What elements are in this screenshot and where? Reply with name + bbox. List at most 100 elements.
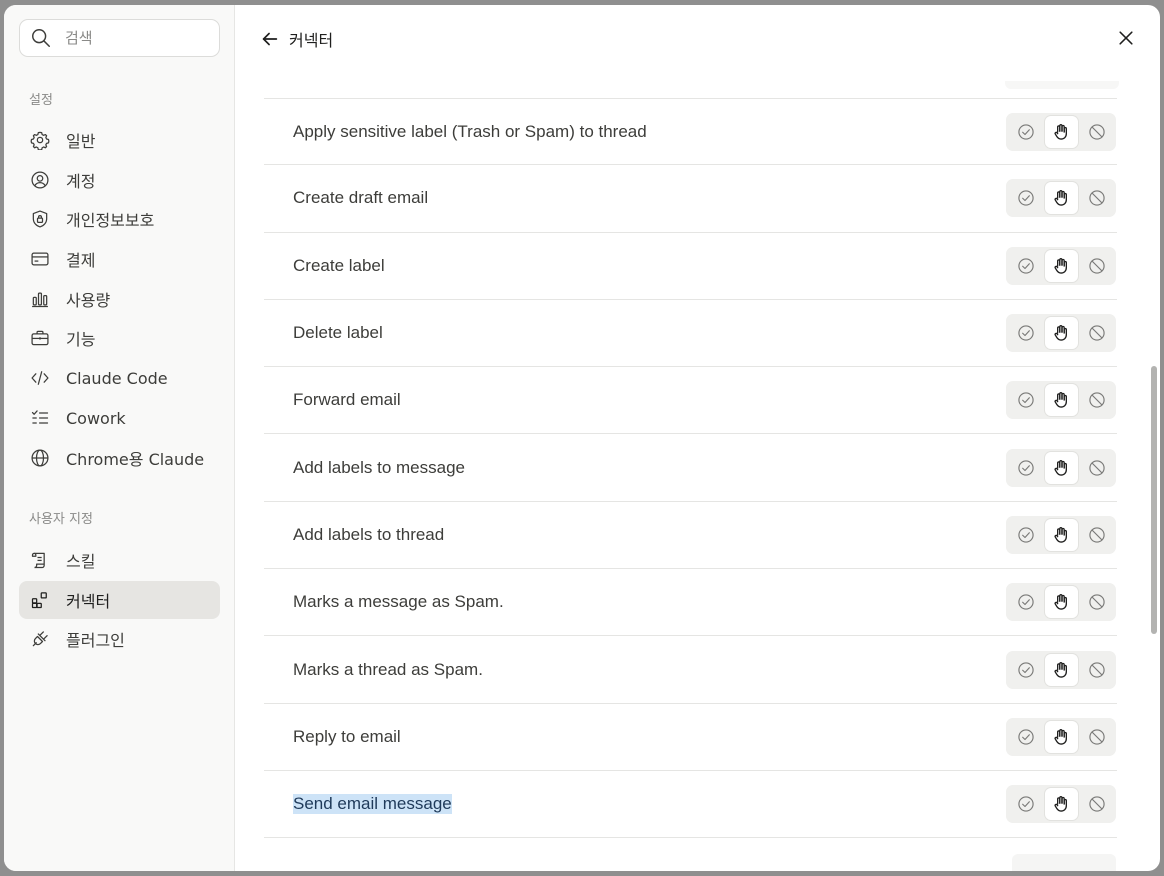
main-panel: 커넥터 Apply sensitive label (Trash or Spam… [235,5,1160,871]
globe-icon [31,449,49,467]
permission-allow-button[interactable] [1009,721,1042,753]
permission-block-button[interactable] [1080,116,1113,148]
permission-block-button[interactable] [1080,788,1113,820]
permission-ask-button[interactable] [1044,249,1078,282]
block-icon [1087,525,1107,545]
page-header: 커넥터 [259,25,333,53]
permission-ask-button[interactable] [1044,182,1078,215]
tool-row: Marks a message as Spam. [264,569,1117,637]
checklist-icon [31,410,49,424]
permission-ask-button[interactable] [1044,653,1078,686]
permission-segmented-control [1006,179,1116,218]
hand-icon [1051,188,1071,208]
permission-allow-button[interactable] [1009,250,1042,282]
sidebar-item-chrome[interactable]: Chrome용 Claude [19,439,220,477]
partial-permission-control [1012,854,1116,871]
sidebar-item-billing[interactable]: 결제 [19,240,220,278]
block-icon [1087,256,1107,276]
sidebar-item-account[interactable]: 계정 [19,161,220,199]
sidebar-item-label: 일반 [66,132,96,151]
hand-icon [1051,323,1071,343]
search-input[interactable] [65,29,205,47]
sidebar-item-usage[interactable]: 사용량 [19,280,220,318]
permission-allow-button[interactable] [1009,116,1042,148]
permission-segmented-control [1006,650,1116,689]
permission-block-button[interactable] [1080,182,1113,214]
sidebar-item-cowork[interactable]: Cowork [19,399,220,437]
permission-block-button[interactable] [1080,317,1113,349]
hand-icon [1051,458,1071,478]
section-label-settings: 설정 [29,93,53,108]
permission-block-button[interactable] [1080,721,1113,753]
sidebar-item-label: 개인정보보호 [66,211,155,230]
check-circle-icon [1016,525,1036,545]
permission-block-button[interactable] [1080,452,1113,484]
permission-segmented-control [1006,515,1116,554]
permission-allow-button[interactable] [1009,586,1042,618]
permission-ask-button[interactable] [1044,317,1078,350]
permission-ask-button[interactable] [1044,451,1078,484]
sidebar-item-label: 기능 [66,330,96,349]
tool-label: Marks a message as Spam. [293,592,504,612]
tool-label: Forward email [293,390,401,410]
hand-icon [1051,727,1071,747]
sidebar-item-label: 계정 [66,172,96,191]
permission-ask-button[interactable] [1044,384,1078,417]
permission-allow-button[interactable] [1009,654,1042,686]
sidebar-item-privacy[interactable]: 개인정보보호 [19,200,220,238]
credit-card-icon [31,252,49,266]
permission-allow-button[interactable] [1009,519,1042,551]
block-icon [1087,390,1107,410]
sidebar-item-plugins[interactable]: 플러그인 [19,620,220,658]
tool-label: Apply sensitive label (Trash or Spam) to… [293,121,647,141]
permission-ask-button[interactable] [1044,115,1078,148]
block-icon [1087,323,1107,343]
plug-icon [32,631,48,647]
code-icon [31,371,49,385]
permission-ask-button[interactable] [1044,586,1078,619]
close-icon[interactable] [1116,28,1136,48]
check-circle-icon [1016,794,1036,814]
sidebar-item-claude-code[interactable]: Claude Code [19,359,220,397]
sidebar-item-connectors[interactable]: 커넥터 [19,581,220,619]
check-circle-icon [1016,592,1036,612]
connector-blocks-icon [31,592,47,609]
check-circle-icon [1016,256,1036,276]
permission-allow-button[interactable] [1009,384,1042,416]
section-label-custom: 사용자 지정 [29,512,93,527]
back-arrow-icon[interactable] [259,28,281,50]
permission-segmented-control [1006,785,1116,824]
scrollbar-thumb[interactable] [1151,366,1157,634]
sidebar-item-features[interactable]: 기능 [19,319,220,357]
permission-ask-button[interactable] [1044,720,1078,753]
permission-segmented-control [1006,314,1116,353]
permission-ask-button[interactable] [1044,518,1078,551]
tool-row: Add labels to message [264,434,1117,502]
sidebar-item-label: 스킬 [66,552,96,571]
hand-icon [1051,122,1071,142]
bar-chart-icon [32,292,48,308]
search-box[interactable] [19,19,220,57]
tool-row: Create draft email [264,165,1117,233]
permission-block-button[interactable] [1080,586,1113,618]
permission-ask-button[interactable] [1044,788,1078,821]
permission-allow-button[interactable] [1009,452,1042,484]
tool-row: Create label [264,233,1117,300]
permission-block-button[interactable] [1080,519,1113,551]
block-icon [1087,727,1107,747]
permission-segmented-control [1006,583,1116,622]
hand-icon [1051,256,1071,276]
permission-allow-button[interactable] [1009,317,1042,349]
shield-lock-icon [32,210,48,228]
permission-block-button[interactable] [1080,250,1113,282]
tool-label: Delete label [293,323,383,343]
tool-row: Apply sensitive label (Trash or Spam) to… [264,98,1117,166]
permission-block-button[interactable] [1080,654,1113,686]
sidebar-item-label: Claude Code [66,368,168,388]
permission-allow-button[interactable] [1009,182,1042,214]
sidebar-item-skills[interactable]: 스킬 [19,541,220,579]
sidebar-item-general[interactable]: 일반 [19,121,220,159]
permission-block-button[interactable] [1080,384,1113,416]
tool-row: Send email message [264,771,1117,839]
permission-allow-button[interactable] [1009,788,1042,820]
